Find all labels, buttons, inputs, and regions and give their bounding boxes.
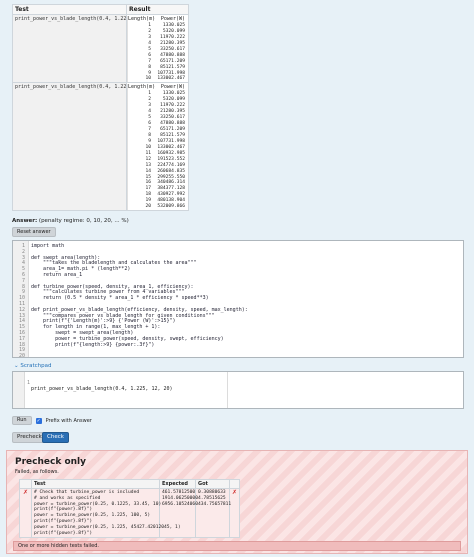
precheck-results: Precheck only Failed, as follows. Test E… <box>6 450 468 554</box>
got-output: 0.30880633 4.78515625 434.75657811 <box>195 487 231 539</box>
code-line: 20 <box>13 353 25 359</box>
prefix-checkbox[interactable]: ✓ <box>35 417 42 424</box>
test-code: print_power_vs_blade_length(0.4, 1.225, … <box>12 13 127 84</box>
test-code: # Check that turbine_power is included #… <box>31 487 181 539</box>
results-title: Precheck only <box>15 457 86 467</box>
code-text: import math <box>31 243 65 249</box>
code-text: print(f"{length:>9} {power:.3f}") <box>31 341 155 348</box>
scratchpad-toggle[interactable]: ⌄ Scratchpad <box>14 363 52 369</box>
table-row: print_power_vs_blade_length(0.4, 1.225, … <box>12 13 189 84</box>
fail-cross-icon: ✗ <box>19 487 32 539</box>
table-row: ✗ # Check that turbine_power is included… <box>19 487 240 539</box>
expected-output: 461.57812500 1914.06250000 6956.10524060 <box>159 487 198 539</box>
result-output: Length(m) Power(W) 1 1330.025 2 5320.099 3 11… <box>127 84 188 211</box>
prefix-label: Prefix with Answer <box>45 417 92 424</box>
fail-cross-icon: ✗ <box>229 487 240 539</box>
table-row: print_power_vs_blade_length(0.4, 1.225, … <box>12 82 189 212</box>
length-header: Length(m) <box>128 16 156 22</box>
hidden-tests-failed-message: One or more hidden tests failed. <box>13 541 461 551</box>
results-table: Test Expected Got ✗ # Check that turbine… <box>19 479 240 539</box>
length-value: 10 <box>145 76 151 82</box>
answer-title: Answer: <box>12 218 38 224</box>
result-row: 10 133002.467 <box>128 76 188 82</box>
pane-divider <box>227 372 228 408</box>
code-editor[interactable]: 1 import math 2 3 def swept_area(length): 4 "… <box>12 240 464 359</box>
test-code: print_power_vs_blade_length(0.4, 1.225, … <box>12 82 127 212</box>
line-number: 20 <box>18 353 25 360</box>
result-row: 20 532009.866 <box>128 204 188 210</box>
col-result-header: Result <box>126 4 189 15</box>
col-test-header: Test <box>31 479 160 489</box>
power-value: 133002.467 <box>157 76 185 82</box>
penalty-regime: (penalty regime: 0, 10, 20, ... %) <box>38 218 129 224</box>
chevron-down-icon: ⌄ <box>14 363 19 369</box>
check-button[interactable]: Check <box>42 432 69 443</box>
results-subtitle: Failed, as follows. <box>15 469 59 475</box>
result-output: Length(m) Power(W) 1 1330.025 2 5320.099 3 11… <box>127 16 188 83</box>
col-test-header: Test <box>12 4 127 15</box>
reset-answer-button[interactable]: Reset answer <box>12 227 56 237</box>
power-value: 532009.866 <box>157 204 185 210</box>
power-header: Power(W) <box>160 16 185 22</box>
length-value: 20 <box>145 204 151 210</box>
col-expected-header: Expected <box>159 479 196 489</box>
run-row: Run ✓ Prefix with Answer <box>12 416 92 425</box>
scratchpad-code: print_power_vs_blade_length(0.4, 1.225, … <box>31 386 173 392</box>
code-text: return area_1 <box>31 272 83 278</box>
run-button[interactable]: Run <box>12 416 32 425</box>
scratchpad-editor[interactable]: 1 print_power_vs_blade_length(0.4, 1.225… <box>12 371 464 409</box>
example-tests-table: Test Result print_power_vs_blade_length(… <box>12 4 189 212</box>
line-number: 1 <box>27 380 31 386</box>
answer-label: Answer: (penalty regime: 0, 10, 20, ... … <box>12 218 129 224</box>
scratchpad-label: Scratchpad <box>20 363 52 369</box>
code-text: return (0.5 * density * area_1 * efficie… <box>31 295 209 302</box>
col-got-header: Got <box>195 479 230 489</box>
